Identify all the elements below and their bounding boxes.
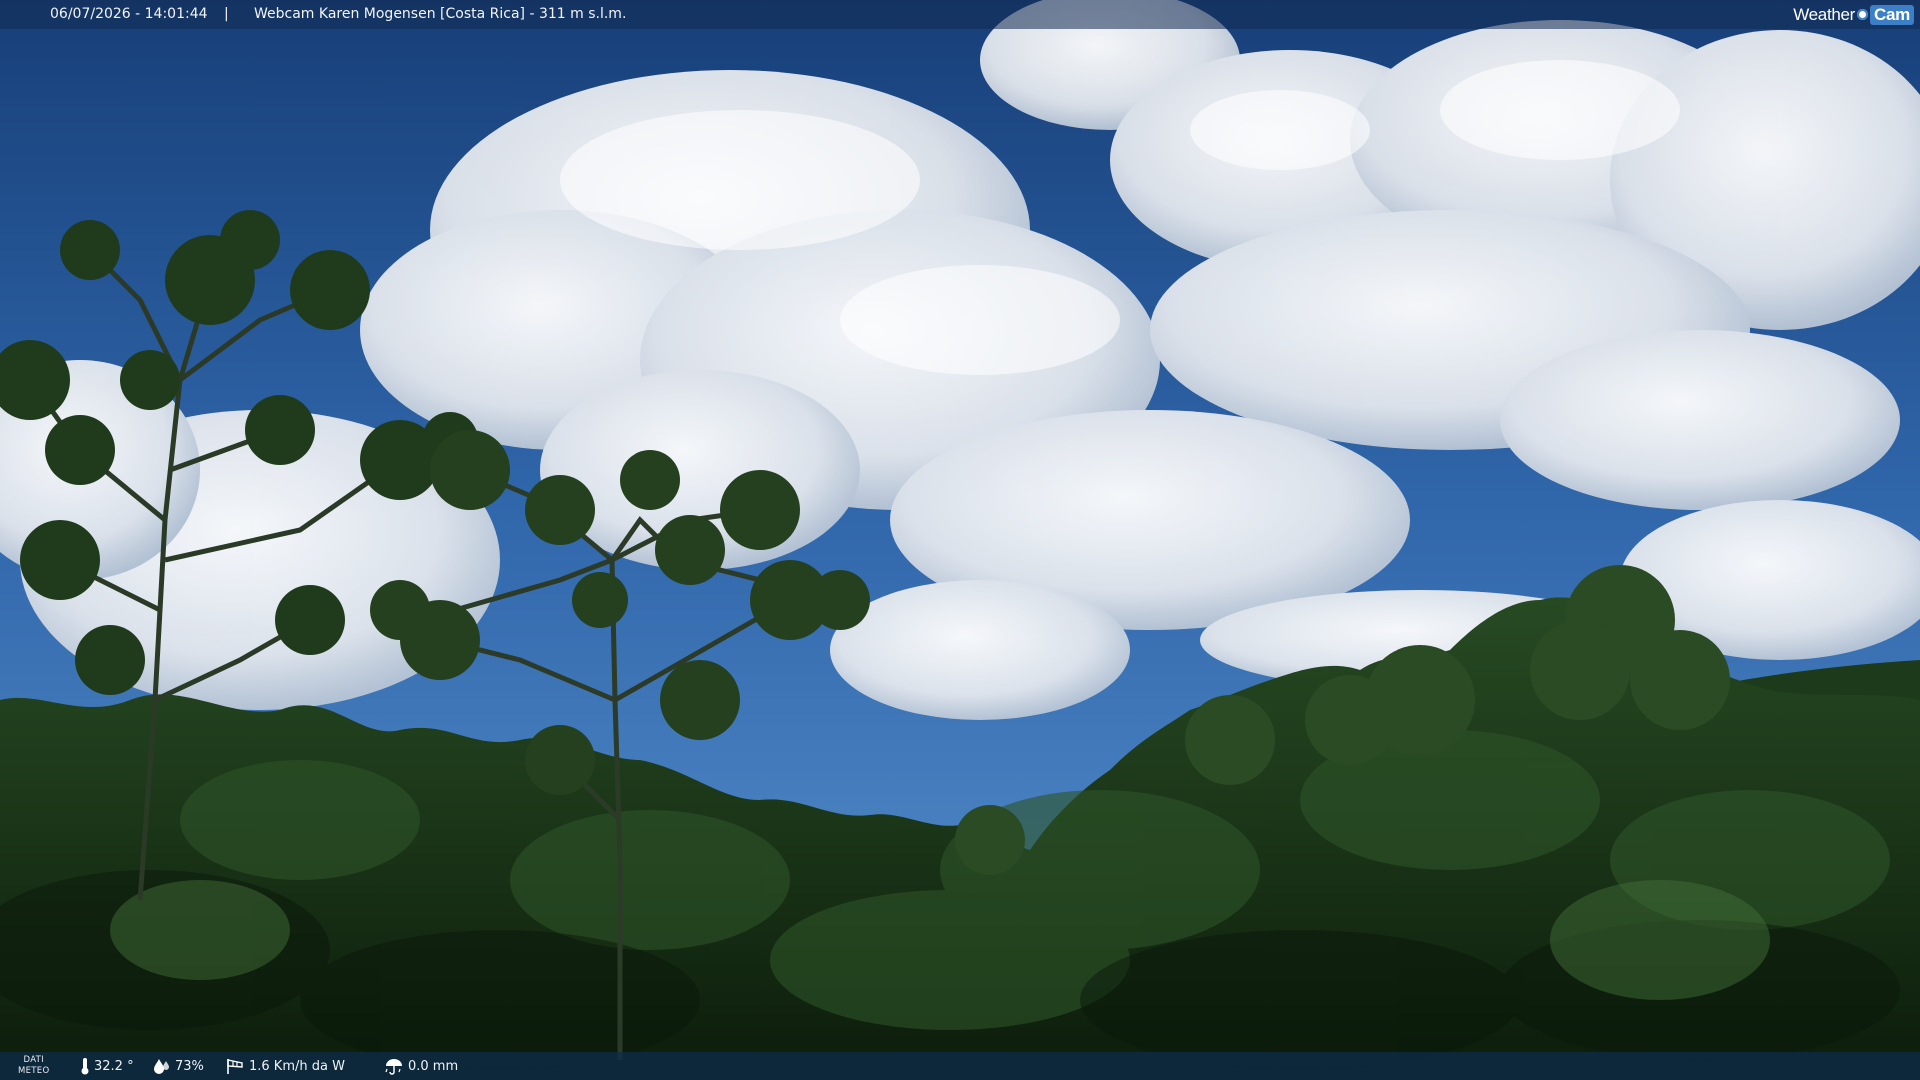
webcam-frame: 06/07/2026 - 14:01:44 | Webcam Karen Mog… [0,0,1920,1080]
humidity-value: 73% [175,1058,204,1074]
wind-sock-icon [227,1059,243,1074]
meteo-label-line2: METEO [18,1066,50,1076]
temperature-metric: 32.2 ° [80,1052,134,1080]
webcam-title: Webcam Karen Mogensen [Costa Rica] - 311… [254,6,627,22]
meteo-label-line1: DATI [23,1055,44,1065]
meteo-bar: DATI METEO 32.2 ° 73% 1.6 Km/h da W 0.0 … [0,1052,1920,1080]
thermometer-icon [81,1058,89,1075]
webcam-scene [0,0,1920,1080]
temperature-value: 32.2 ° [94,1058,134,1074]
humidity-metric: 73% [153,1052,204,1080]
meteo-label: DATI METEO [18,1055,49,1077]
logo-dot-icon [1857,9,1869,20]
weathercam-logo: Weather Cam [1793,3,1914,26]
wind-metric: 1.6 Km/h da W [225,1052,345,1080]
rain-umbrella-icon [385,1059,402,1075]
top-overlay-bar: 06/07/2026 - 14:01:44 | Webcam Karen Mog… [0,0,1920,29]
humidity-drops-icon [154,1059,169,1074]
rain-metric: 0.0 mm [384,1052,458,1080]
wind-value: 1.6 Km/h da W [249,1058,345,1074]
separator: | [224,6,229,22]
timestamp: 06/07/2026 - 14:01:44 [50,6,208,22]
logo-text-weather: Weather [1793,4,1856,24]
rain-value: 0.0 mm [408,1058,459,1074]
logo-text-cam: Cam [1870,4,1914,25]
